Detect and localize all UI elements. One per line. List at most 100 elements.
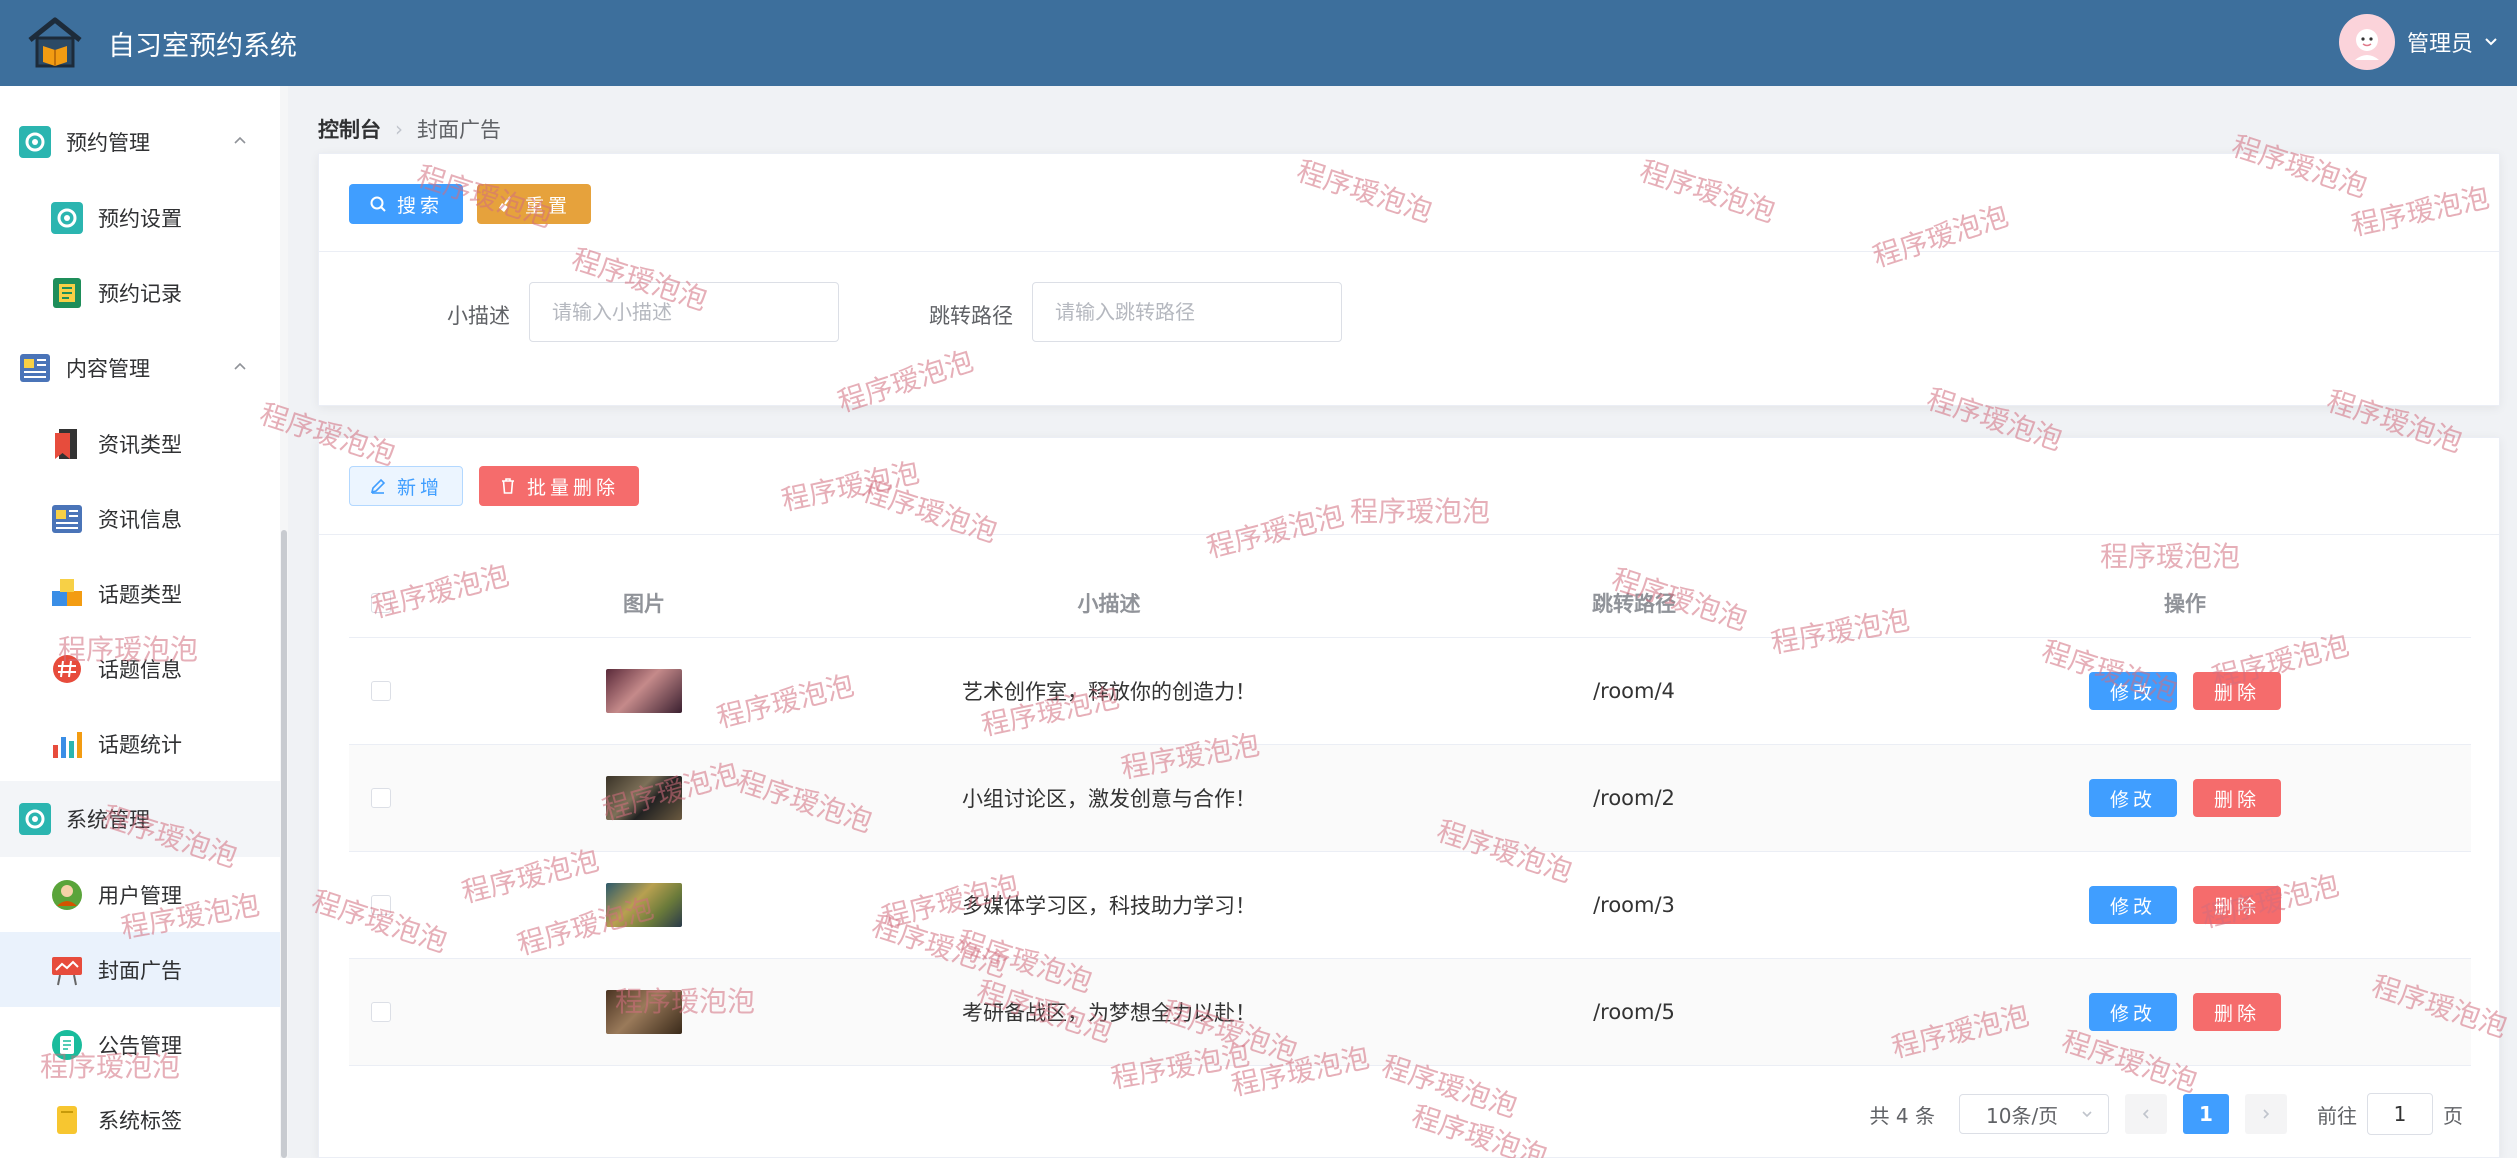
sidebar-item-topic-info[interactable]: 话题信息 (0, 631, 280, 706)
chevron-down-icon[interactable] (2483, 34, 2499, 50)
notebook-icon (53, 277, 81, 308)
menu-group-system[interactable]: 系统管理 (0, 781, 280, 857)
gear-icon (19, 126, 51, 158)
blocks-icon (52, 578, 82, 606)
sidebar-item-cover-ads[interactable]: 封面广告 (0, 932, 280, 1007)
edit-button[interactable]: 修改 (2089, 886, 2177, 924)
house-logo-icon (28, 17, 82, 68)
pagination: 共 4 条 10条/页 1 前往 页 (1870, 1093, 2463, 1135)
avatar-icon (2354, 29, 2379, 60)
divider (319, 534, 2499, 535)
user-name[interactable]: 管理员 (2407, 26, 2473, 58)
breadcrumb-home[interactable]: 控制台 (318, 114, 381, 144)
search-button-label: 搜索 (396, 194, 443, 217)
path-search-input[interactable] (1032, 282, 1342, 342)
sidebar-item-label: 预约设置 (98, 206, 182, 231)
sidebar-item-label: 用户管理 (98, 883, 182, 908)
sidebar-item-label: 话题统计 (98, 732, 182, 757)
sidebar-item-news-info[interactable]: 资讯信息 (0, 481, 280, 556)
row-checkbox[interactable] (371, 681, 391, 701)
search-icon (370, 196, 386, 212)
prev-page-button[interactable] (2125, 1094, 2167, 1134)
chevron-right-icon (2263, 1109, 2270, 1119)
sidebar-item-system-tags[interactable]: 系统标签 (0, 1082, 280, 1157)
newspaper-icon (52, 504, 82, 533)
user-menu[interactable]: 管理员 (2338, 14, 2499, 70)
sidebar-item-label: 资讯类型 (98, 432, 182, 457)
search-panel: 搜索 重置 小描述 跳转路径 (318, 153, 2500, 406)
table-row: 考研备战区，为梦想全力以赴！ /room/5 修改 删除 (349, 959, 2471, 1066)
sidebar-item-announcements[interactable]: 公告管理 (0, 1007, 280, 1082)
desc-cell: 艺术创作室，释放你的创造力！ (962, 680, 1256, 704)
select-all-checkbox[interactable] (371, 592, 391, 613)
path-cell: /room/3 (1593, 893, 1675, 917)
sidebar-item-user-mgmt[interactable]: 用户管理 (0, 857, 280, 932)
column-header-actions: 操作 (2164, 591, 2206, 616)
cover-thumbnail[interactable] (606, 990, 682, 1034)
billboard-icon (52, 956, 82, 985)
sidebar-item-topic-stats[interactable]: 话题统计 (0, 706, 280, 781)
avatar[interactable] (2338, 14, 2395, 70)
desc-cell: 考研备战区，为梦想全力以赴！ (962, 1001, 1256, 1025)
sidebar-item-label: 话题类型 (98, 582, 182, 607)
edit-button[interactable]: 修改 (2089, 993, 2177, 1031)
page-size-select[interactable]: 10条/页 (1959, 1094, 2109, 1134)
edit-button[interactable]: 修改 (2089, 779, 2177, 817)
cover-thumbnail[interactable] (606, 883, 682, 927)
menu-group-label: 预约管理 (66, 131, 150, 155)
sidebar-item-label: 系统标签 (98, 1108, 182, 1133)
chevron-down-icon (2082, 1111, 2092, 1118)
delete-button[interactable]: 删除 (2193, 779, 2281, 817)
pagination-total: 共 4 条 (1869, 1103, 1935, 1128)
hashtag-icon (53, 654, 81, 683)
row-checkbox[interactable] (371, 788, 391, 808)
chevron-up-icon (234, 362, 246, 370)
gear-icon (51, 201, 83, 234)
edit-button[interactable]: 修改 (2089, 672, 2177, 710)
page-number-button[interactable]: 1 (2183, 1094, 2229, 1134)
menu-group-label: 系统管理 (66, 808, 150, 832)
delete-button[interactable]: 删除 (2193, 886, 2281, 924)
sidebar-item-booking-settings[interactable]: 预约设置 (0, 180, 280, 255)
column-header-image: 图片 (623, 591, 665, 616)
goto-page-input[interactable] (2367, 1093, 2433, 1135)
breadcrumb: 控制台 › 封面广告 (318, 114, 501, 144)
breadcrumb-separator-icon: › (395, 117, 403, 141)
add-button[interactable]: 新增 (349, 466, 463, 506)
desc-cell: 小组讨论区，激发创意与合作！ (962, 787, 1256, 811)
delete-button[interactable]: 删除 (2193, 993, 2281, 1031)
table-panel: 新增 批量删除 图片 小描述 跳转路径 操作 艺术创作室，释放你的创造力！ /r… (318, 437, 2500, 1158)
table-row: 艺术创作室，释放你的创造力！ /room/4 修改 删除 (349, 638, 2471, 745)
goto-suffix: 页 (2443, 1103, 2463, 1128)
menu-group-content[interactable]: 内容管理 (0, 330, 280, 406)
select-all-cell (349, 592, 439, 613)
sidebar-item-news-type[interactable]: 资讯类型 (0, 406, 280, 481)
add-button-label: 新增 (396, 476, 443, 499)
next-page-button[interactable] (2245, 1094, 2287, 1134)
batch-delete-button-label: 批量删除 (526, 476, 619, 499)
ads-table: 图片 小描述 跳转路径 操作 艺术创作室，释放你的创造力！ /room/4 修改… (349, 568, 2471, 1066)
table-header: 图片 小描述 跳转路径 操作 (349, 568, 2471, 638)
batch-delete-button[interactable]: 批量删除 (479, 466, 639, 506)
sidebar-item-booking-records[interactable]: 预约记录 (0, 255, 280, 330)
row-checkbox[interactable] (371, 895, 391, 915)
page-size-value: 10条/页 (1986, 1103, 2059, 1128)
row-checkbox[interactable] (371, 1002, 391, 1022)
sidebar-scrollbar[interactable] (281, 530, 287, 1158)
goto-prefix: 前往 (2317, 1103, 2357, 1128)
search-button[interactable]: 搜索 (349, 184, 463, 224)
table-row: 多媒体学习区，科技助力学习！ /room/3 修改 删除 (349, 852, 2471, 959)
delete-button[interactable]: 删除 (2193, 672, 2281, 710)
sidebar-item-topic-type[interactable]: 话题类型 (0, 556, 280, 631)
cover-thumbnail[interactable] (606, 776, 682, 820)
trash-icon (501, 478, 514, 494)
breadcrumb-current: 封面广告 (417, 118, 501, 142)
desc-search-input[interactable] (529, 282, 839, 342)
menu-group-booking[interactable]: 预约管理 (0, 104, 280, 180)
cover-thumbnail[interactable] (606, 669, 682, 713)
desc-cell: 多媒体学习区，科技助力学习！ (962, 894, 1256, 918)
path-cell: /room/5 (1593, 1000, 1675, 1024)
sidebar-item-label: 话题信息 (98, 657, 182, 682)
reset-button[interactable]: 重置 (477, 184, 591, 224)
divider (319, 251, 2499, 252)
